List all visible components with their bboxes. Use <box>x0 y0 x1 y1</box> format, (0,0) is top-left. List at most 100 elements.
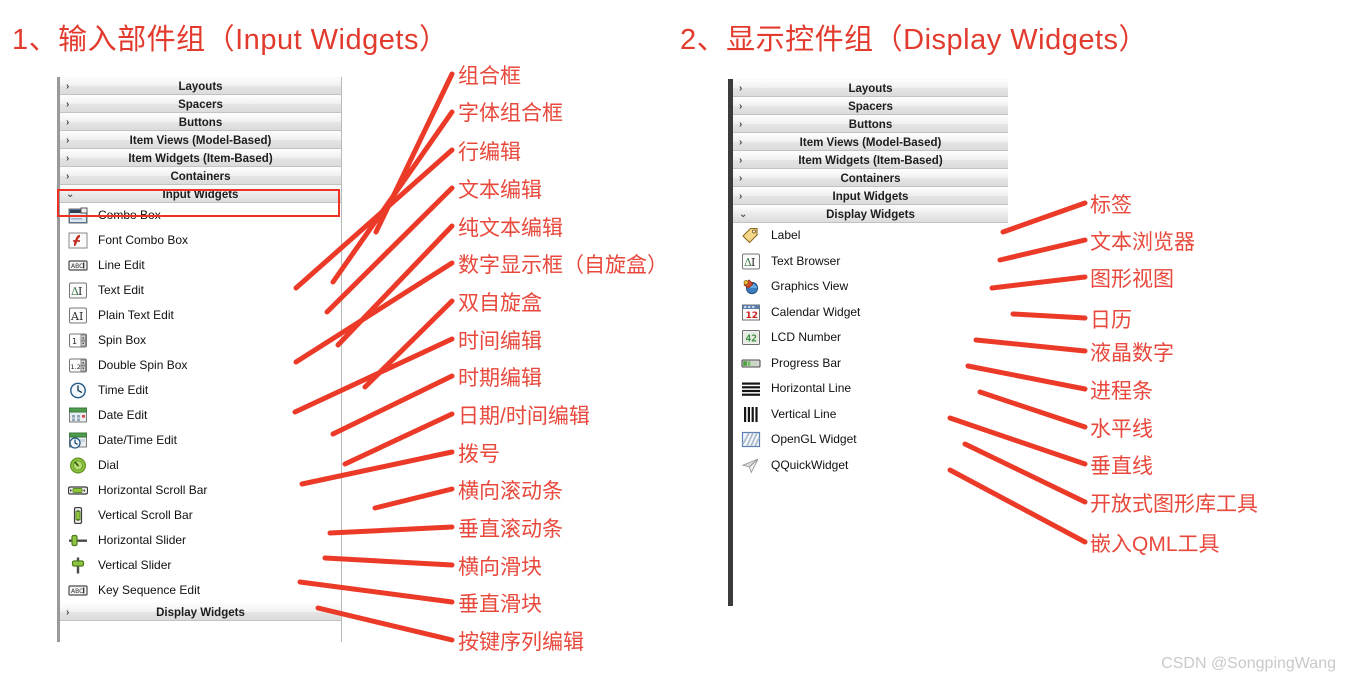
category-row-spacers[interactable]: › Spacers <box>733 97 1008 115</box>
csdn-watermark: CSDN @SongpingWang <box>1161 655 1336 672</box>
widget-item-label: Vertical Scroll Bar <box>98 508 193 522</box>
widget-item-label: Plain Text Edit <box>98 308 174 322</box>
horizontal-scroll-bar-icon <box>68 482 88 499</box>
category-row-input-widgets[interactable]: ⌄ Input Widgets <box>60 185 341 203</box>
chevron-right-icon[interactable]: › <box>66 150 69 168</box>
widget-item-time-edit[interactable]: Time Edit <box>60 378 341 403</box>
leader-line <box>1010 311 1088 321</box>
widget-item-progress-bar[interactable]: Progress Bar <box>733 351 1008 377</box>
category-row-spacers[interactable]: › Spacers <box>60 95 341 113</box>
category-row-label: Spacers <box>178 99 223 111</box>
widget-item-lcd-number[interactable]: 42 LCD Number <box>733 325 1008 351</box>
horizontal-line-icon <box>741 380 761 397</box>
chevron-right-icon[interactable]: › <box>739 170 742 188</box>
widget-item-double-spin-box[interactable]: 1.2 Double Spin Box <box>60 353 341 378</box>
calendar-widget-icon: 12 <box>741 304 761 321</box>
category-row-label: Item Widgets (Item-Based) <box>128 153 273 165</box>
widget-item-text-browser[interactable]: Δ I Text Browser <box>733 249 1008 275</box>
display-widgets-item-list: Label Δ I Text Browser Graphics View 12 Calend… <box>733 223 1008 478</box>
leader-line <box>330 373 455 437</box>
annotation-label: 行编辑 <box>458 141 521 164</box>
chevron-down-icon[interactable]: ⌄ <box>66 186 74 204</box>
dial-icon <box>68 457 88 474</box>
spin-box-icon: 1 <box>68 332 88 349</box>
widget-item-key-sequence-edit[interactable]: ABC Key Sequence Edit <box>60 578 341 603</box>
widget-item-font-combo-box[interactable]: Font Combo Box <box>60 228 341 253</box>
category-row-buttons[interactable]: › Buttons <box>60 113 341 131</box>
annotation-label: 数字显示框（自旋盒） <box>458 254 668 277</box>
widget-item-graphics-view[interactable]: Graphics View <box>733 274 1008 300</box>
widget-item-label[interactable]: Label <box>733 223 1008 249</box>
category-row-buttons[interactable]: › Buttons <box>733 115 1008 133</box>
widget-item-date-time-edit[interactable]: Date/Time Edit <box>60 428 341 453</box>
widget-item-label: Time Edit <box>98 383 149 397</box>
widget-item-label: Text Edit <box>98 283 145 297</box>
chevron-right-icon[interactable]: › <box>739 134 742 152</box>
leader-line <box>362 298 455 390</box>
label-tag-icon <box>741 227 761 244</box>
widget-item-text-edit[interactable]: Δ I Text Edit <box>60 278 341 303</box>
chevron-right-icon[interactable]: › <box>739 152 742 170</box>
annotation-label: 组合框 <box>458 65 521 88</box>
category-row-layouts[interactable]: › Layouts <box>733 79 1008 97</box>
annotation-label: 时间编辑 <box>458 330 542 353</box>
category-row-layouts[interactable]: › Layouts <box>60 77 341 95</box>
widget-item-horizontal-line[interactable]: Horizontal Line <box>733 376 1008 402</box>
chevron-right-icon[interactable]: › <box>739 98 742 116</box>
category-row-containers[interactable]: › Containers <box>60 167 341 185</box>
widget-item-combo-box[interactable]: Combo Box <box>60 203 341 228</box>
annotation-label: 文本编辑 <box>458 179 542 202</box>
widget-item-opengl-widget[interactable]: OpenGL Widget <box>733 427 1008 453</box>
widget-item-horizontal-scroll-bar[interactable]: Horizontal Scroll Bar <box>60 478 341 503</box>
leader-line <box>322 555 455 568</box>
widget-item-spin-box[interactable]: 1 Spin Box <box>60 328 341 353</box>
category-row-item-views-model-based[interactable]: › Item Views (Model-Based) <box>733 133 1008 151</box>
category-row-item-widgets-item-based[interactable]: › Item Widgets (Item-Based) <box>60 149 341 167</box>
widget-item-dial[interactable]: Dial <box>60 453 341 478</box>
category-row-display-widgets[interactable]: › Display Widgets <box>60 603 341 621</box>
widget-box-input-panel[interactable]: › Layouts › Spacers › Buttons › Item Views (Mod… <box>57 77 342 642</box>
widget-item-vertical-scroll-bar[interactable]: Vertical Scroll Bar <box>60 503 341 528</box>
widget-item-date-edit[interactable]: Date Edit <box>60 403 341 428</box>
widget-item-qquickwidget[interactable]: QQuickWidget <box>733 453 1008 479</box>
svg-text:I: I <box>78 285 82 298</box>
widget-item-vertical-slider[interactable]: Vertical Slider <box>60 553 341 578</box>
leader-line <box>324 185 455 315</box>
chevron-right-icon[interactable]: › <box>739 116 742 134</box>
annotation-label: 时期编辑 <box>458 367 542 390</box>
widget-item-horizontal-slider[interactable]: Horizontal Slider <box>60 528 341 553</box>
leader-line <box>997 237 1088 263</box>
widget-item-vertical-line[interactable]: Vertical Line <box>733 402 1008 428</box>
page-title-display-widgets: 2、显示控件组（Display Widgets） <box>680 24 1149 56</box>
vertical-line-icon <box>741 406 761 423</box>
text-edit-icon: ΔI <box>68 282 88 299</box>
chevron-right-icon[interactable]: › <box>66 168 69 186</box>
category-row-containers[interactable]: › Containers <box>733 169 1008 187</box>
annotation-label: 横向滑块 <box>458 556 542 579</box>
widget-item-calendar-widget[interactable]: 12 Calendar Widget <box>733 300 1008 326</box>
category-row-item-views-model-based[interactable]: › Item Views (Model-Based) <box>60 131 341 149</box>
chevron-right-icon[interactable]: › <box>66 132 69 150</box>
category-list-above: › Layouts › Spacers › Buttons › Item Views (Mod… <box>60 77 341 203</box>
category-row-label: Layouts <box>178 81 223 93</box>
widget-item-line-edit[interactable]: ABC Line Edit <box>60 253 341 278</box>
svg-text:AI: AI <box>70 310 83 323</box>
category-row-item-widgets-item-based[interactable]: › Item Widgets (Item-Based) <box>733 151 1008 169</box>
svg-text:42: 42 <box>746 334 757 345</box>
chevron-right-icon[interactable]: › <box>66 604 69 622</box>
widget-item-label: QQuickWidget <box>771 457 849 472</box>
category-row-input-widgets[interactable]: › Input Widgets <box>733 187 1008 205</box>
chevron-right-icon[interactable]: › <box>66 114 69 132</box>
chevron-right-icon[interactable]: › <box>66 78 69 96</box>
widget-item-plain-text-edit[interactable]: AI Plain Text Edit <box>60 303 341 328</box>
category-row-display-widgets[interactable]: ⌄ Display Widgets <box>733 205 1008 223</box>
annotation-label: 水平线 <box>1090 418 1153 441</box>
vertical-slider-icon <box>68 557 88 574</box>
widget-item-label: Graphics View <box>771 279 849 293</box>
chevron-right-icon[interactable]: › <box>739 80 742 98</box>
chevron-down-icon[interactable]: ⌄ <box>739 206 747 224</box>
leader-line <box>342 411 455 467</box>
chevron-right-icon[interactable]: › <box>739 188 742 206</box>
widget-box-display-panel[interactable]: › Layouts › Spacers › Buttons › Item Views (Mod… <box>728 79 1008 606</box>
chevron-right-icon[interactable]: › <box>66 96 69 114</box>
